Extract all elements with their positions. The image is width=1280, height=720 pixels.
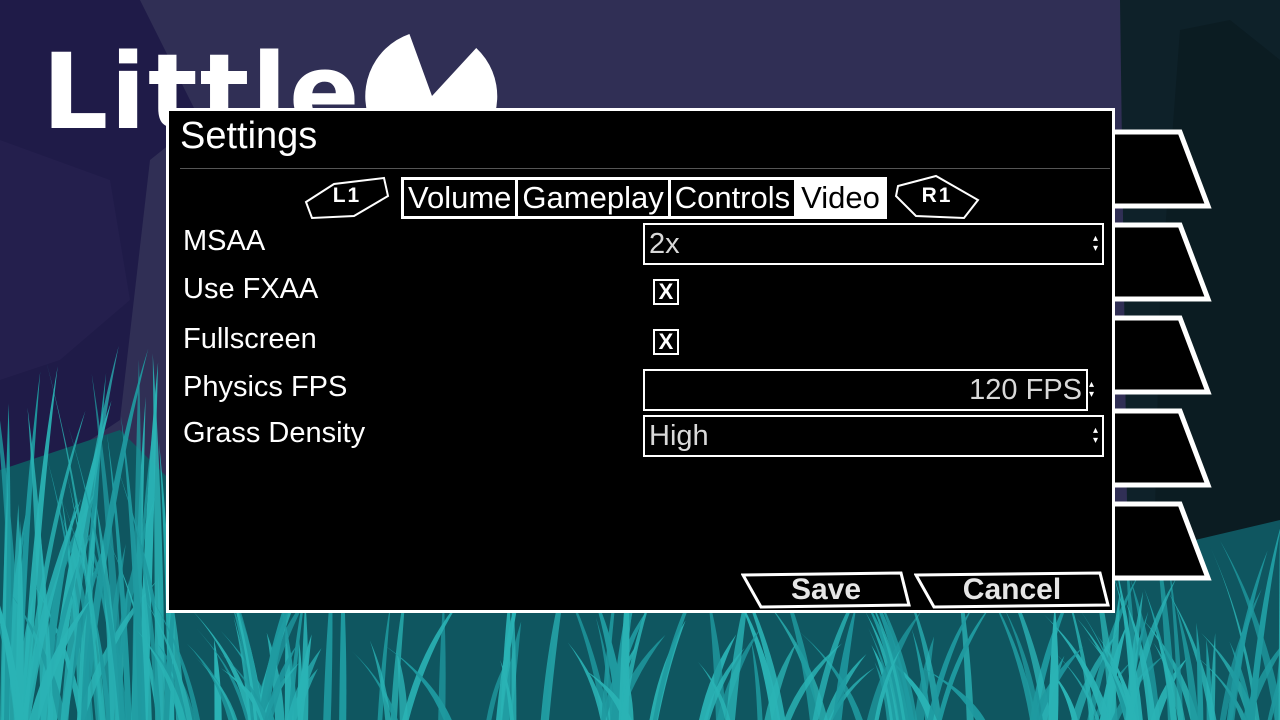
dialog-title: Settings — [180, 115, 318, 157]
tab-list: Volume Gameplay Controls Video — [401, 177, 887, 219]
physics-fps-value: 120 FPS — [969, 374, 1082, 406]
physics-fps-label: Physics FPS — [183, 371, 348, 403]
tab-video[interactable]: Video — [794, 180, 884, 216]
physics-fps-spinbox[interactable]: 120 FPS — [643, 369, 1088, 411]
save-label: Save — [790, 573, 862, 606]
select-arrows-icon: ▴ ▾ — [1092, 425, 1098, 446]
grass-density-label: Grass Density — [183, 417, 366, 449]
prev-tab-button[interactable]: L1 — [304, 174, 390, 220]
tab-gameplay[interactable]: Gameplay — [515, 180, 667, 216]
grass-density-value: High — [649, 420, 709, 452]
cancel-button[interactable]: Cancel — [914, 571, 1110, 609]
fxaa-label: Use FXAA — [183, 273, 319, 305]
save-button[interactable]: Save — [741, 571, 911, 609]
msaa-label: MSAA — [183, 225, 266, 257]
fullscreen-checkbox[interactable]: X — [653, 329, 679, 355]
prev-tab-hint: L1 — [332, 184, 362, 207]
select-arrows-icon: ▴ ▾ — [1092, 233, 1098, 254]
tab-volume[interactable]: Volume — [404, 180, 515, 216]
grass-density-select[interactable]: High ▴ ▾ — [643, 415, 1104, 457]
tab-controls[interactable]: Controls — [667, 180, 794, 216]
next-tab-button[interactable]: R1 — [894, 174, 980, 220]
cancel-label: Cancel — [962, 573, 1062, 606]
spinbox-arrows-icon[interactable]: ▴ ▾ — [1089, 369, 1094, 411]
msaa-select[interactable]: 2x ▴ ▾ — [643, 223, 1104, 265]
next-tab-hint: R1 — [921, 184, 953, 207]
msaa-value: 2x — [649, 228, 680, 260]
title-divider — [180, 168, 1110, 169]
settings-dialog: Settings L1 Volume Gameplay Controls Video … — [166, 108, 1115, 613]
game-screen: Little Settings L1 Volume Gameplay Control… — [0, 0, 1280, 720]
fxaa-checkbox[interactable]: X — [653, 279, 679, 305]
fullscreen-label: Fullscreen — [183, 323, 317, 355]
